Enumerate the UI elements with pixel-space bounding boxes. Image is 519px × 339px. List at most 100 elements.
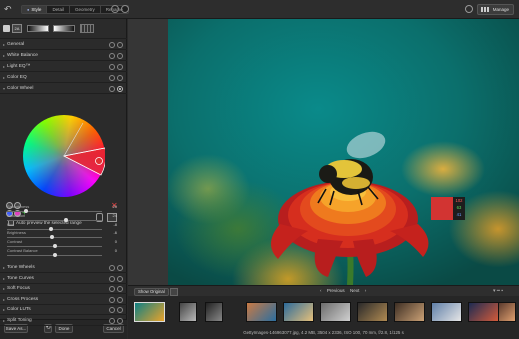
chevron-right-icon[interactable]: ▸ [3, 265, 5, 270]
section-tone-wheels[interactable]: ▸ Tone Wheels [0, 263, 127, 273]
section-cross-process[interactable]: ▸ Cross Process [0, 295, 127, 305]
section-label: Light EQ™ [7, 64, 31, 69]
reset-section-icon[interactable] [109, 286, 115, 292]
slider-label: Saturation [7, 212, 26, 218]
section-color-luts[interactable]: ▸ Color LUTs [0, 305, 127, 315]
slider-label: Contrast [7, 239, 23, 245]
section-general[interactable]: ▸ General [0, 40, 127, 50]
tool-row: 2A [0, 19, 127, 39]
toggle-section-icon[interactable] [117, 296, 123, 303]
help-icon[interactable] [465, 5, 473, 13]
tab-style[interactable]: Style [22, 6, 48, 13]
filmstrip-thumbnail[interactable] [357, 302, 388, 322]
next-arrow-icon[interactable]: › [365, 288, 367, 293]
gradient-mask-icon[interactable] [27, 25, 49, 32]
toggle-section-icon[interactable] [117, 64, 123, 70]
filmstrip [128, 296, 519, 328]
sampled-color-swatch [431, 197, 453, 220]
reset-section-icon[interactable] [109, 53, 115, 59]
chevron-right-icon[interactable]: ▸ [3, 297, 5, 302]
reset-section-icon[interactable] [109, 75, 115, 81]
chevron-right-icon[interactable]: ▸ [3, 64, 5, 69]
toggle-section-icon[interactable] [117, 53, 123, 59]
toggle-section-icon[interactable] [117, 307, 123, 313]
toggle-section-icon[interactable] [117, 286, 123, 292]
histogram-icon[interactable] [80, 24, 94, 33]
section-label: Cross Process [7, 296, 39, 302]
slider-value: -8 [113, 221, 117, 227]
chevron-right-icon[interactable]: ▸ [3, 42, 5, 47]
top-toolbar: ↶ Style Detail Geometry Rename Manage [0, 0, 519, 19]
filmstrip-thumbnail[interactable] [283, 302, 314, 322]
filmstrip-thumbnail[interactable] [320, 302, 351, 322]
chevron-right-icon[interactable]: ▸ [3, 276, 5, 281]
toggle-section-icon[interactable] [117, 86, 123, 92]
filmstrip-thumbnail[interactable] [246, 302, 277, 322]
filmstrip-thumbnail[interactable] [468, 302, 499, 322]
reset-section-icon[interactable] [109, 265, 115, 271]
slider-value: 20 [112, 204, 117, 209]
toggle-section-icon[interactable] [117, 42, 123, 48]
selected-hue-range[interactable] [23, 115, 105, 197]
slider-label: Brightness [7, 230, 26, 236]
blue-value: 41 [456, 212, 462, 217]
section-label: General [7, 42, 25, 47]
slider-knob[interactable] [52, 253, 57, 257]
section-label: Color EQ [7, 75, 27, 80]
reset-icon[interactable] [111, 5, 119, 13]
tab-detail[interactable]: Detail [47, 6, 70, 13]
toggle-section-icon[interactable] [117, 275, 123, 282]
section-label: White Balance [7, 53, 38, 58]
tool-badge[interactable]: 2A [12, 24, 22, 33]
compare-icon[interactable] [170, 288, 178, 296]
manage-button[interactable]: Manage [477, 4, 514, 15]
power-icon[interactable] [121, 5, 129, 13]
reset-section-icon[interactable] [109, 64, 115, 70]
image-viewer[interactable] [168, 19, 519, 285]
filmstrip-thumbnail[interactable] [134, 302, 165, 322]
tab-geometry[interactable]: Geometry [70, 6, 101, 13]
toggle-section-icon[interactable] [117, 317, 123, 324]
section-white-balance[interactable]: ▸ White Balance [0, 51, 127, 61]
filmstrip-thumbnail[interactable] [498, 302, 516, 322]
section-light-eq[interactable]: ▸ Light EQ™ [0, 62, 127, 72]
reset-section-icon[interactable] [109, 296, 115, 303]
show-original-button[interactable]: Show Original [134, 288, 169, 296]
chevron-right-icon[interactable]: ▸ [3, 307, 5, 312]
toggle-section-icon[interactable] [117, 265, 123, 271]
main-photo [270, 131, 429, 285]
filmstrip-thumbnail[interactable] [179, 302, 197, 322]
slider-contrast-balance[interactable]: Contrast Balance 0 [7, 248, 119, 259]
back-arrow-icon[interactable]: ↶ [4, 4, 13, 14]
next-button[interactable]: Next [350, 288, 359, 293]
section-tone-curves[interactable]: ▸ Tone Curves [0, 274, 127, 284]
reset-section-icon[interactable] [109, 275, 115, 282]
filmstrip-controls[interactable]: ▾ ━ ▪ [493, 288, 513, 295]
filmstrip-thumbnail[interactable] [205, 302, 223, 322]
reset-section-icon[interactable] [109, 307, 115, 313]
section-color-eq[interactable]: ▸ Color EQ [0, 73, 127, 83]
section-split-toning[interactable]: ▸ Split Toning [0, 316, 127, 326]
chevron-down-icon[interactable]: ▾ [3, 86, 5, 91]
brush-icon[interactable] [3, 25, 10, 32]
previous-arrow-icon[interactable]: ‹ [320, 288, 322, 293]
slider-value: 0 [114, 248, 117, 253]
previous-button[interactable]: Previous [327, 288, 345, 293]
section-soft-focus[interactable]: ▸ Soft Focus [0, 284, 127, 294]
chevron-right-icon[interactable]: ▸ [3, 286, 5, 291]
chevron-right-icon[interactable]: ▸ [3, 75, 5, 80]
filmstrip-thumbnail[interactable] [431, 302, 462, 322]
inverse-gradient-icon[interactable] [53, 25, 75, 32]
reset-section-icon[interactable] [109, 317, 115, 324]
rgb-values: 102 63 41 [453, 197, 465, 220]
section-color-wheel[interactable]: ▾ Color Wheel [0, 84, 127, 94]
slider-label: Contrast Balance [7, 248, 38, 253]
reset-section-icon[interactable] [109, 86, 115, 92]
toggle-section-icon[interactable] [117, 75, 123, 81]
reset-section-icon[interactable] [109, 42, 115, 48]
chevron-right-icon[interactable]: ▸ [3, 53, 5, 58]
file-info-status: GettyImages-146963077.jpg, 4.2 MB, 3504 … [128, 328, 519, 339]
filmstrip-thumbnail[interactable] [394, 302, 425, 322]
chevron-right-icon[interactable]: ▸ [3, 318, 5, 323]
green-value: 63 [456, 205, 462, 210]
